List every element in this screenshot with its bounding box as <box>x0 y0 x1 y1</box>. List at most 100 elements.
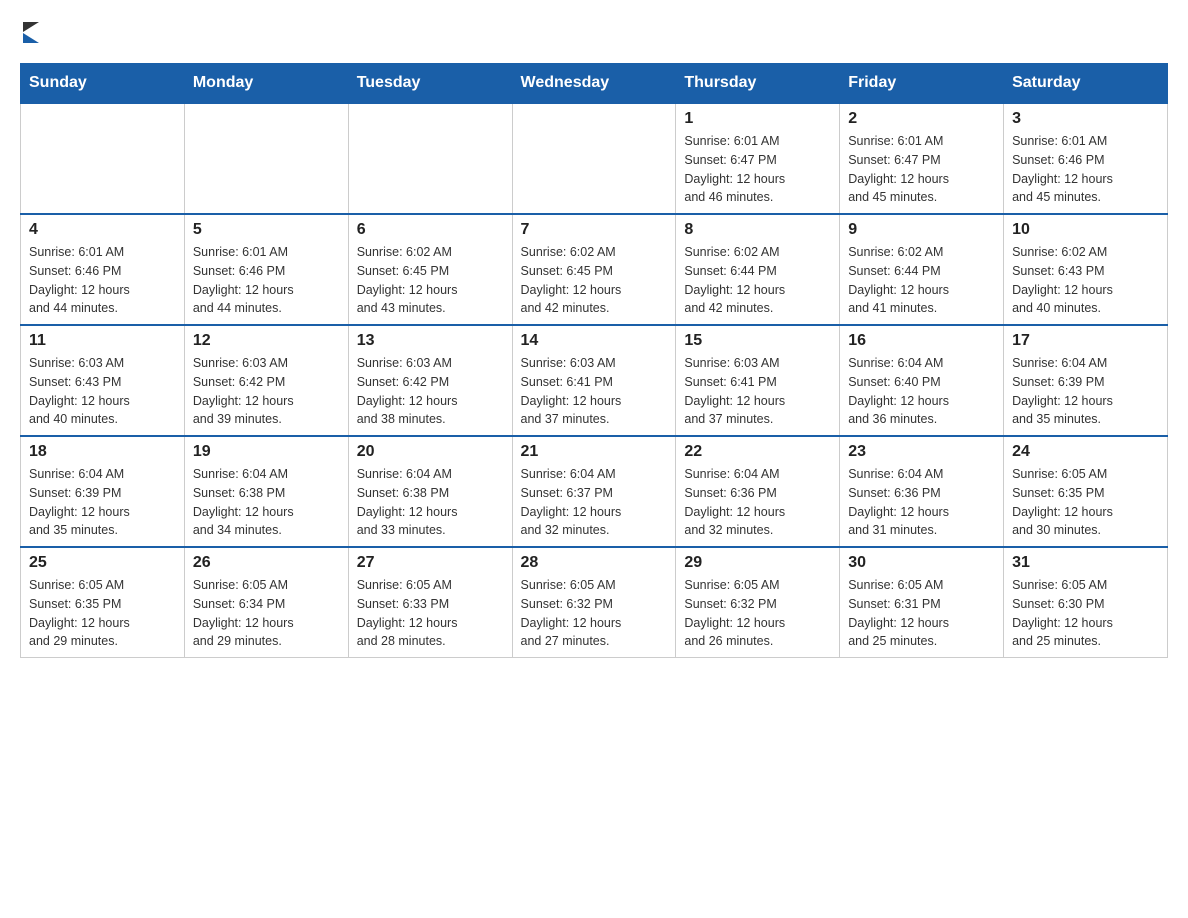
header-wednesday: Wednesday <box>512 64 676 104</box>
calendar-header-row: Sunday Monday Tuesday Wednesday Thursday… <box>21 64 1168 104</box>
table-row: 29 Sunrise: 6:05 AMSunset: 6:32 PMDayligh… <box>676 547 840 658</box>
day-info: Sunrise: 6:05 AMSunset: 6:32 PMDaylight:… <box>684 576 831 651</box>
table-row <box>184 103 348 214</box>
table-row: 14 Sunrise: 6:03 AMSunset: 6:41 PMDayligh… <box>512 325 676 436</box>
day-info: Sunrise: 6:03 AMSunset: 6:42 PMDaylight:… <box>357 354 504 429</box>
day-info: Sunrise: 6:01 AMSunset: 6:47 PMDaylight:… <box>848 132 995 207</box>
day-info: Sunrise: 6:01 AMSunset: 6:46 PMDaylight:… <box>29 243 176 318</box>
table-row: 25Sunrise: 6:05 AMSunset: 6:35 PMDayligh… <box>21 547 185 658</box>
day-info: Sunrise: 6:05 AMSunset: 6:33 PMDaylight:… <box>357 576 504 651</box>
table-row: 21Sunrise: 6:04 AMSunset: 6:37 PMDayligh… <box>512 436 676 547</box>
day-number: 28 <box>521 554 668 572</box>
day-info: Sunrise: 6:04 AMSunset: 6:40 PMDaylight:… <box>848 354 995 429</box>
day-info: Sunrise: 6:04 AMSunset: 6:38 PMDaylight:… <box>357 465 504 540</box>
day-info: Sunrise: 6:01 AMSunset: 6:47 PMDaylight:… <box>684 132 831 207</box>
table-row: 22 Sunrise: 6:04 AMSunset: 6:36 PMDayligh… <box>676 436 840 547</box>
day-number: 10 <box>1012 221 1159 239</box>
day-number: 13 <box>357 332 504 350</box>
table-row: 6 Sunrise: 6:02 AMSunset: 6:45 PMDaylight… <box>348 214 512 325</box>
day-info: Sunrise: 6:01 AMSunset: 6:46 PMDaylight:… <box>1012 132 1159 207</box>
day-number: 8 <box>684 221 831 239</box>
table-row: 27 Sunrise: 6:05 AMSunset: 6:33 PMDayligh… <box>348 547 512 658</box>
day-info: Sunrise: 6:02 AMSunset: 6:44 PMDaylight:… <box>848 243 995 318</box>
table-row <box>348 103 512 214</box>
day-number: 23 <box>848 443 995 461</box>
day-number: 22 <box>684 443 831 461</box>
day-info: Sunrise: 6:04 AMSunset: 6:39 PMDaylight:… <box>29 465 176 540</box>
header-friday: Friday <box>840 64 1004 104</box>
table-row: 15Sunrise: 6:03 AMSunset: 6:41 PMDayligh… <box>676 325 840 436</box>
header-monday: Monday <box>184 64 348 104</box>
day-number: 9 <box>848 221 995 239</box>
day-info: Sunrise: 6:05 AMSunset: 6:32 PMDaylight:… <box>521 576 668 651</box>
table-row: 13 Sunrise: 6:03 AMSunset: 6:42 PMDayligh… <box>348 325 512 436</box>
page-header <box>20 20 1168 43</box>
day-info: Sunrise: 6:02 AMSunset: 6:44 PMDaylight:… <box>684 243 831 318</box>
day-info: Sunrise: 6:03 AMSunset: 6:43 PMDaylight:… <box>29 354 176 429</box>
day-number: 26 <box>193 554 340 572</box>
day-info: Sunrise: 6:04 AMSunset: 6:36 PMDaylight:… <box>684 465 831 540</box>
day-number: 5 <box>193 221 340 239</box>
day-info: Sunrise: 6:02 AMSunset: 6:43 PMDaylight:… <box>1012 243 1159 318</box>
day-info: Sunrise: 6:03 AMSunset: 6:42 PMDaylight:… <box>193 354 340 429</box>
day-number: 20 <box>357 443 504 461</box>
day-number: 19 <box>193 443 340 461</box>
day-number: 4 <box>29 221 176 239</box>
day-number: 31 <box>1012 554 1159 572</box>
header-saturday: Saturday <box>1004 64 1168 104</box>
day-number: 17 <box>1012 332 1159 350</box>
table-row <box>21 103 185 214</box>
day-info: Sunrise: 6:04 AMSunset: 6:36 PMDaylight:… <box>848 465 995 540</box>
day-info: Sunrise: 6:05 AMSunset: 6:35 PMDaylight:… <box>1012 465 1159 540</box>
day-info: Sunrise: 6:02 AMSunset: 6:45 PMDaylight:… <box>357 243 504 318</box>
table-row: 17Sunrise: 6:04 AMSunset: 6:39 PMDayligh… <box>1004 325 1168 436</box>
calendar-week-row: 1Sunrise: 6:01 AMSunset: 6:47 PMDaylight… <box>21 103 1168 214</box>
table-row: 3 Sunrise: 6:01 AMSunset: 6:46 PMDaylight… <box>1004 103 1168 214</box>
day-info: Sunrise: 6:05 AMSunset: 6:35 PMDaylight:… <box>29 576 176 651</box>
day-info: Sunrise: 6:03 AMSunset: 6:41 PMDaylight:… <box>684 354 831 429</box>
calendar-table: Sunday Monday Tuesday Wednesday Thursday… <box>20 63 1168 658</box>
day-number: 12 <box>193 332 340 350</box>
table-row: 23 Sunrise: 6:04 AMSunset: 6:36 PMDayligh… <box>840 436 1004 547</box>
day-info: Sunrise: 6:03 AMSunset: 6:41 PMDaylight:… <box>521 354 668 429</box>
table-row: 31Sunrise: 6:05 AMSunset: 6:30 PMDayligh… <box>1004 547 1168 658</box>
day-number: 18 <box>29 443 176 461</box>
day-number: 14 <box>521 332 668 350</box>
table-row: 5 Sunrise: 6:01 AMSunset: 6:46 PMDaylight… <box>184 214 348 325</box>
calendar-week-row: 4 Sunrise: 6:01 AMSunset: 6:46 PMDaylight… <box>21 214 1168 325</box>
header-sunday: Sunday <box>21 64 185 104</box>
day-number: 21 <box>521 443 668 461</box>
calendar-week-row: 18 Sunrise: 6:04 AMSunset: 6:39 PMDayligh… <box>21 436 1168 547</box>
day-number: 11 <box>29 332 176 350</box>
table-row <box>512 103 676 214</box>
table-row: 2 Sunrise: 6:01 AMSunset: 6:47 PMDaylight… <box>840 103 1004 214</box>
table-row: 19 Sunrise: 6:04 AMSunset: 6:38 PMDayligh… <box>184 436 348 547</box>
table-row: 18 Sunrise: 6:04 AMSunset: 6:39 PMDayligh… <box>21 436 185 547</box>
day-number: 6 <box>357 221 504 239</box>
day-info: Sunrise: 6:05 AMSunset: 6:34 PMDaylight:… <box>193 576 340 651</box>
table-row: 9 Sunrise: 6:02 AMSunset: 6:44 PMDaylight… <box>840 214 1004 325</box>
day-info: Sunrise: 6:01 AMSunset: 6:46 PMDaylight:… <box>193 243 340 318</box>
day-number: 3 <box>1012 110 1159 128</box>
day-number: 24 <box>1012 443 1159 461</box>
header-thursday: Thursday <box>676 64 840 104</box>
day-number: 7 <box>521 221 668 239</box>
table-row: 4 Sunrise: 6:01 AMSunset: 6:46 PMDaylight… <box>21 214 185 325</box>
day-number: 2 <box>848 110 995 128</box>
day-number: 30 <box>848 554 995 572</box>
table-row: 12 Sunrise: 6:03 AMSunset: 6:42 PMDayligh… <box>184 325 348 436</box>
table-row: 26 Sunrise: 6:05 AMSunset: 6:34 PMDayligh… <box>184 547 348 658</box>
table-row: 30 Sunrise: 6:05 AMSunset: 6:31 PMDayligh… <box>840 547 1004 658</box>
day-info: Sunrise: 6:05 AMSunset: 6:31 PMDaylight:… <box>848 576 995 651</box>
table-row: 8 Sunrise: 6:02 AMSunset: 6:44 PMDaylight… <box>676 214 840 325</box>
table-row: 24 Sunrise: 6:05 AMSunset: 6:35 PMDayligh… <box>1004 436 1168 547</box>
table-row: 7Sunrise: 6:02 AMSunset: 6:45 PMDaylight… <box>512 214 676 325</box>
table-row: 16Sunrise: 6:04 AMSunset: 6:40 PMDayligh… <box>840 325 1004 436</box>
day-number: 29 <box>684 554 831 572</box>
table-row: 20 Sunrise: 6:04 AMSunset: 6:38 PMDayligh… <box>348 436 512 547</box>
table-row: 28 Sunrise: 6:05 AMSunset: 6:32 PMDayligh… <box>512 547 676 658</box>
day-number: 27 <box>357 554 504 572</box>
day-info: Sunrise: 6:04 AMSunset: 6:38 PMDaylight:… <box>193 465 340 540</box>
table-row: 1Sunrise: 6:01 AMSunset: 6:47 PMDaylight… <box>676 103 840 214</box>
logo <box>20 20 39 43</box>
